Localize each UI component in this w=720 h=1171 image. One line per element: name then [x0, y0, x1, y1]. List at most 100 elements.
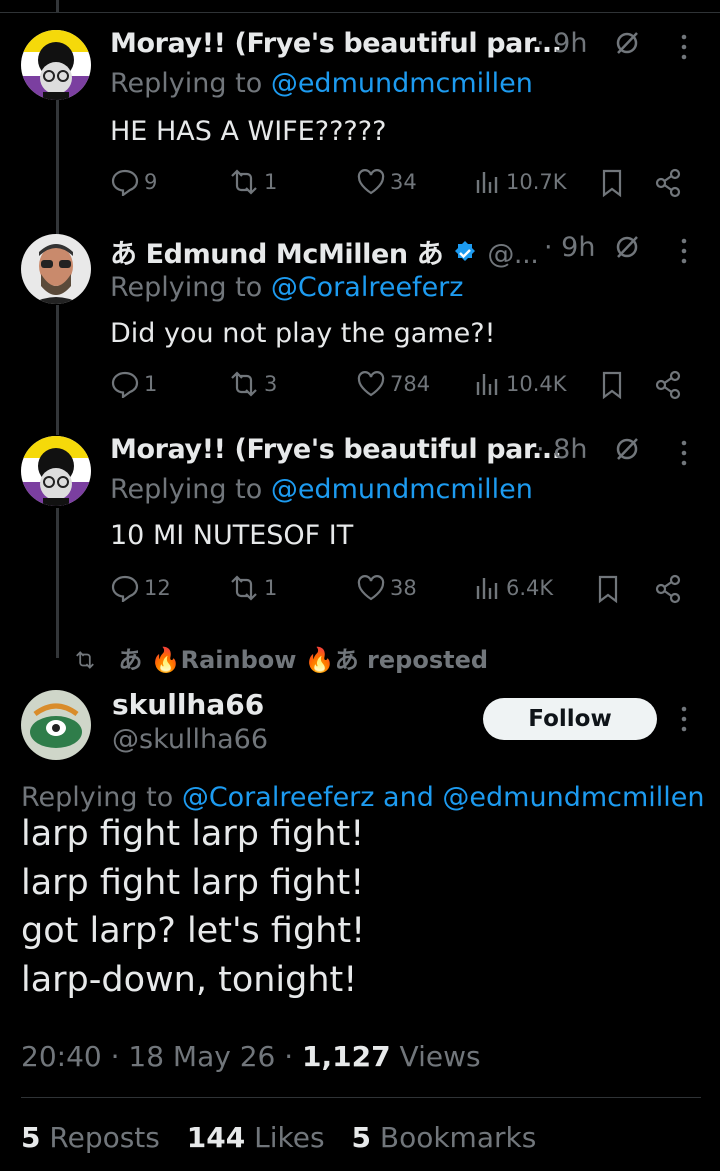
bookmark-icon[interactable] — [596, 574, 620, 604]
likes-count: 144 — [186, 1121, 246, 1154]
repost-icon — [231, 575, 257, 601]
repost-button[interactable]: 1 — [228, 574, 277, 602]
repost-button[interactable]: 3 — [228, 370, 277, 398]
author-handle: @... — [487, 239, 539, 270]
reply-button[interactable]: 12 — [110, 574, 171, 602]
grok-icon[interactable] — [614, 30, 640, 56]
repost-icon — [231, 169, 257, 195]
tweet-text: Did you not play the game?! — [110, 318, 496, 349]
reply-count: 1 — [144, 372, 158, 396]
repost-count: 1 — [264, 576, 278, 600]
avatar[interactable] — [21, 436, 91, 506]
replying-label: Replying to — [110, 68, 263, 99]
engagement-counts: 5 Reposts 144 Likes 5 Bookmarks — [21, 1121, 554, 1154]
thread-line — [56, 508, 59, 658]
more-options-icon[interactable] — [676, 236, 692, 266]
views-count: 10.4K — [506, 372, 567, 396]
bookmark-icon[interactable] — [600, 168, 624, 198]
views-label: Views — [399, 1040, 481, 1073]
like-count: 784 — [390, 372, 431, 396]
tweet-text: larp fight larp fight! larp fight larp f… — [21, 810, 365, 1004]
share-icon[interactable] — [654, 168, 682, 198]
avatar-image — [21, 436, 91, 506]
more-options-icon[interactable] — [676, 32, 692, 62]
repost-prefix: あ — [118, 646, 143, 674]
replying-to: Replying to @Coralreeferz and @edmundmcm… — [21, 782, 705, 813]
reply-count: 12 — [144, 576, 171, 600]
more-options-icon[interactable] — [676, 438, 692, 468]
timestamp-line: 20:40 · 18 May 26 · 1,127 Views — [21, 1040, 481, 1073]
like-button[interactable]: 34 — [356, 168, 417, 196]
reply-icon — [111, 575, 139, 602]
views-icon — [476, 172, 498, 193]
follow-button[interactable]: Follow — [483, 698, 657, 740]
repost-icon — [76, 651, 94, 669]
likes-label: Likes — [254, 1121, 325, 1154]
tweet-line: larp-down, tonight! — [21, 959, 358, 1000]
bookmark-icon[interactable] — [600, 370, 624, 400]
author-handle[interactable]: @skullha66 — [112, 724, 268, 755]
avatar[interactable] — [21, 234, 91, 304]
tweet-line: larp fight larp fight! — [21, 862, 365, 903]
author-name-text: あ Edmund McMillen あ — [110, 239, 444, 270]
more-options-icon[interactable] — [676, 704, 692, 734]
heart-icon — [357, 575, 385, 601]
like-button[interactable]: 38 — [356, 574, 417, 602]
divider — [21, 1097, 701, 1098]
thread-line — [56, 305, 59, 435]
heart-icon — [357, 169, 385, 195]
repost-banner[interactable]: あ 🔥Rainbow 🔥あ reposted — [74, 640, 488, 675]
post-time[interactable]: 20:40 · 18 May 26 · — [21, 1040, 293, 1073]
avatar-image — [21, 234, 91, 304]
timestamp[interactable]: · 9h — [536, 28, 587, 59]
bookmarks-link[interactable]: 5 Bookmarks — [351, 1121, 536, 1154]
timestamp[interactable]: · 8h — [536, 434, 587, 465]
replying-to: Replying to @edmundmcmillen — [110, 68, 533, 99]
author-name[interactable]: Moray!! (Frye's beautiful par... — [110, 434, 562, 465]
views-button[interactable]: 6.4K — [474, 574, 553, 602]
like-button[interactable]: 784 — [356, 370, 430, 398]
timestamp[interactable]: · 9h — [544, 232, 595, 263]
share-icon[interactable] — [654, 370, 682, 400]
reply-button[interactable]: 9 — [110, 168, 157, 196]
mention-link[interactable]: @Coralreeferz — [271, 272, 464, 303]
reply-count: 9 — [144, 170, 158, 194]
views-button[interactable]: 10.4K — [474, 370, 567, 398]
replying-label: Replying to — [110, 272, 263, 303]
author-name[interactable]: Moray!! (Frye's beautiful par... — [110, 28, 562, 59]
tweet-text: HE HAS A WIFE????? — [110, 116, 387, 147]
avatar[interactable] — [21, 30, 91, 100]
author-name[interactable]: skullha66 — [112, 688, 264, 721]
repost-icon — [231, 371, 257, 397]
likes-link[interactable]: 144 Likes — [187, 1121, 325, 1154]
views-count: 6.4K — [506, 576, 554, 600]
action-bar: 1 3 784 10.4K — [110, 370, 690, 402]
avatar-image — [21, 30, 91, 100]
grok-icon[interactable] — [614, 436, 640, 462]
replying-label: Replying to — [110, 474, 263, 505]
thread-line — [56, 0, 59, 12]
repost-suffix: あ reposted — [334, 646, 489, 674]
replying-to: Replying to @Coralreeferz — [110, 272, 463, 303]
views-button[interactable]: 10.7K — [474, 168, 567, 196]
repost-count: 1 — [264, 170, 278, 194]
action-bar: 12 1 38 6.4K — [110, 574, 690, 606]
share-icon[interactable] — [654, 574, 682, 604]
like-count: 34 — [390, 170, 417, 194]
mention-link[interactable]: @edmundmcmillen — [271, 474, 533, 505]
thread-line — [56, 100, 59, 235]
reply-button[interactable]: 1 — [110, 370, 157, 398]
heart-icon — [357, 371, 385, 397]
bookmarks-count: 5 — [351, 1121, 371, 1154]
mention-link[interactable]: @edmundmcmillen — [271, 68, 533, 99]
reposts-link[interactable]: 5 Reposts — [21, 1121, 160, 1154]
author-name[interactable]: あ Edmund McMillen あ @... — [110, 232, 539, 271]
grok-icon[interactable] — [614, 234, 640, 260]
mention-links[interactable]: @Coralreeferz and @edmundmcmillen — [182, 782, 705, 813]
repost-button[interactable]: 1 — [228, 168, 277, 196]
avatar[interactable] — [21, 690, 91, 760]
repost-count: 3 — [264, 372, 278, 396]
verified-badge-icon — [455, 241, 476, 261]
avatar-image — [21, 690, 91, 760]
action-bar: 9 1 34 10.7K — [110, 168, 690, 200]
